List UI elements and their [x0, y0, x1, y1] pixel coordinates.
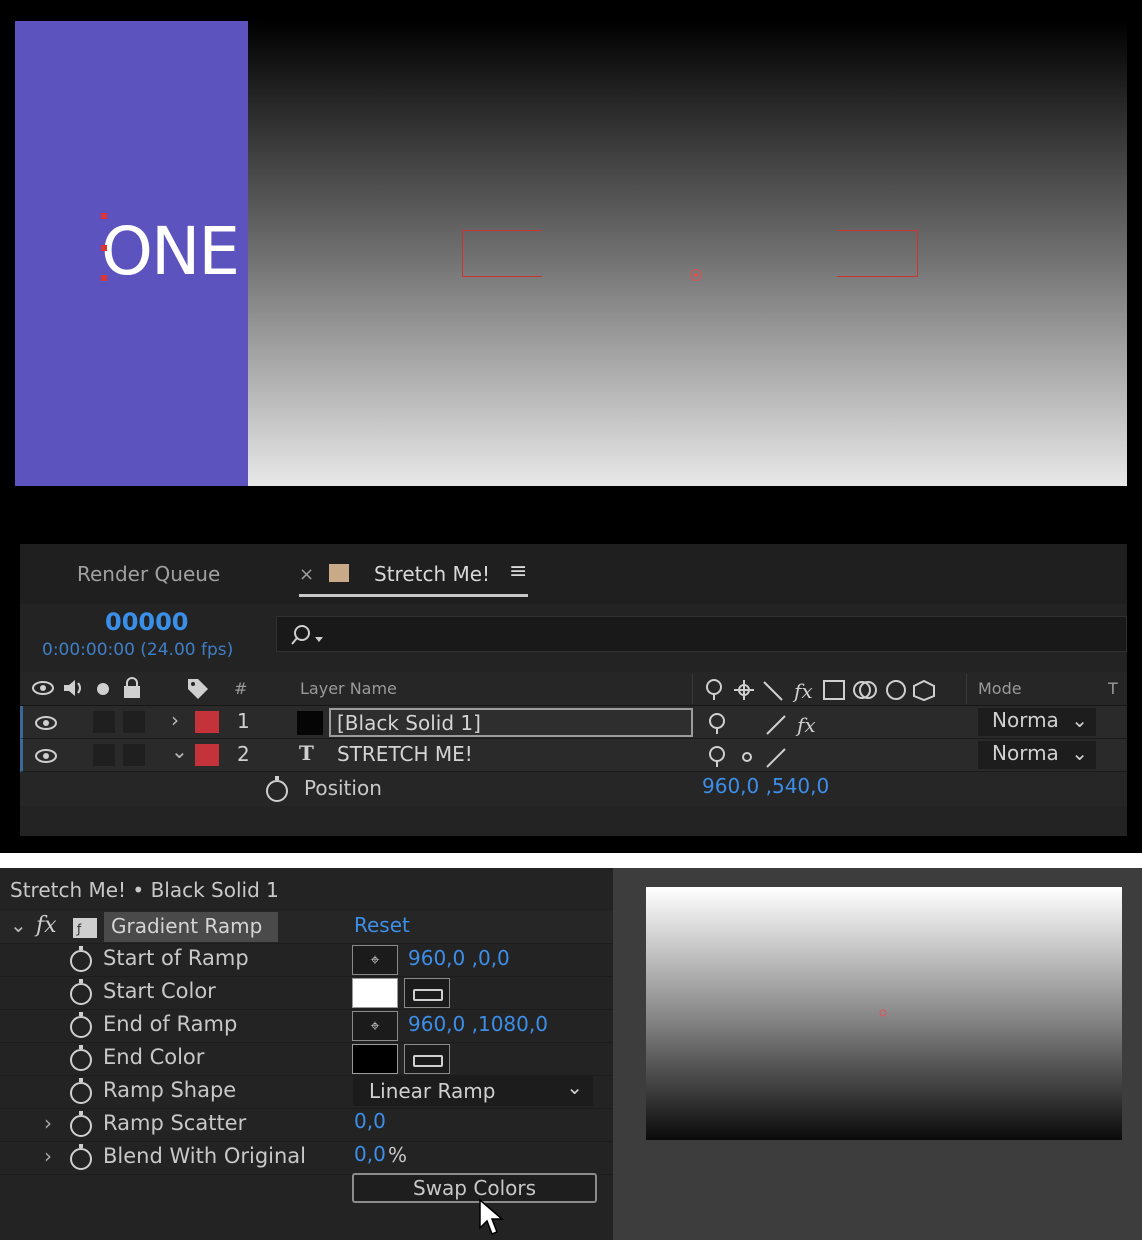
percent-unit: % [388, 1143, 408, 1167]
brand-text: ONE [101, 213, 240, 290]
eye-icon[interactable] [35, 748, 57, 764]
timecode-detail: 0:00:00:00 (24.00 fps) [42, 640, 234, 660]
stopwatch-icon[interactable] [70, 1045, 92, 1071]
effect-header[interactable]: ⌄ fx ƒ Gradient Ramp Reset [0, 911, 613, 943]
purple-panel: ONE [15, 21, 248, 486]
selection-handle[interactable] [101, 275, 107, 281]
column-hash[interactable]: # [234, 679, 247, 698]
prop-end-color[interactable]: End Color [0, 1042, 613, 1075]
chevron-down-icon: ⌄ [566, 1075, 583, 1099]
expand-chevron-icon[interactable]: › [44, 1144, 52, 1168]
tab-render-queue[interactable]: Render Queue [77, 562, 220, 586]
layer-number: 1 [237, 709, 250, 733]
blend-mode-dropdown[interactable]: Norma ⌄ [978, 741, 1096, 769]
column-trkmat[interactable]: T [1108, 679, 1118, 698]
start-color-swatch[interactable] [352, 978, 398, 1008]
stopwatch-icon[interactable] [70, 979, 92, 1005]
reset-link[interactable]: Reset [354, 913, 410, 937]
effect-panel-title: Stretch Me! • Black Solid 1 [10, 878, 279, 902]
panel-menu-icon[interactable]: ≡ [509, 559, 527, 584]
solid-thumbnail [297, 711, 323, 735]
position-value[interactable]: 960,0 ,540,0 [702, 774, 829, 798]
point-picker-icon[interactable]: ⌖ [352, 1011, 398, 1041]
column-mode[interactable]: Mode [978, 679, 1022, 698]
expand-chevron-icon[interactable]: › [44, 1111, 52, 1135]
anchor-point-icon [879, 1009, 887, 1017]
stopwatch-icon[interactable] [70, 1012, 92, 1038]
layer-1-switches[interactable]: fx [705, 712, 845, 736]
eyedropper-icon[interactable] [404, 1044, 450, 1074]
selection-handle[interactable] [101, 245, 107, 251]
label-tag-icon[interactable] [186, 677, 210, 699]
property-name: Position [304, 776, 382, 800]
layer-row-1[interactable]: › 1 [Black Solid 1] fx Norma ⌄ [20, 706, 1127, 739]
prop-start-color[interactable]: Start Color [0, 976, 613, 1009]
svg-text:fx: fx [792, 679, 813, 702]
layer-row-2[interactable]: ⌄ 2 T STRETCH ME! Norma ⌄ [20, 739, 1127, 772]
anchor-point-icon[interactable] [690, 269, 702, 281]
collapse-chevron-icon[interactable]: ⌄ [171, 739, 188, 763]
collapse-chevron-icon[interactable]: ⌄ [10, 913, 27, 937]
end-color-swatch[interactable] [352, 1044, 398, 1074]
selection-handle[interactable] [101, 213, 107, 219]
layer-name-field[interactable]: [Black Solid 1] [329, 708, 693, 737]
solo-icon[interactable] [96, 682, 110, 696]
timeline-panel: Render Queue × Stretch Me! ≡ 00000 0:00:… [20, 544, 1127, 836]
gradient-canvas [248, 21, 1127, 486]
text-layer-icon: T [299, 741, 314, 765]
prop-ramp-scatter[interactable]: › Ramp Scatter 0,0 [0, 1108, 613, 1141]
gradient-preview[interactable] [646, 887, 1122, 1140]
layer-switches-icons: fx [706, 679, 935, 702]
blend-mode-dropdown[interactable]: Norma ⌄ [978, 708, 1096, 736]
stopwatch-icon[interactable] [70, 1111, 92, 1137]
prop-end-of-ramp[interactable]: End of Ramp ⌖ 960,0 ,1080,0 [0, 1009, 613, 1042]
chevron-down-icon: ⌄ [1071, 708, 1088, 732]
ramp-shape-dropdown[interactable]: Linear Ramp ⌄ [353, 1075, 593, 1106]
layer-search-input[interactable] [276, 616, 1127, 652]
eye-icon[interactable] [35, 715, 57, 731]
tab-stretch-me[interactable]: Stretch Me! [374, 562, 490, 586]
layer-2-switches[interactable] [705, 745, 805, 769]
close-icon[interactable]: × [299, 564, 314, 585]
effect-name[interactable]: Gradient Ramp [111, 914, 262, 938]
lock-icon[interactable] [122, 677, 142, 699]
text-bounds-right [837, 230, 918, 277]
fx-icon[interactable]: fx [36, 913, 57, 938]
composition-viewer[interactable]: ONE [15, 21, 1127, 486]
stopwatch-icon[interactable] [70, 1144, 92, 1170]
text-bounds-left [462, 230, 542, 277]
blend-value[interactable]: 0,0 [354, 1142, 386, 1166]
label-color-swatch[interactable] [195, 744, 219, 766]
layer-column-header: # Layer Name fx Mode T [20, 672, 1127, 706]
start-of-ramp-value[interactable]: 960,0 ,0,0 [408, 946, 510, 970]
position-property-row[interactable]: Position 960,0 ,540,0 [20, 772, 1127, 806]
mouse-cursor-icon [479, 1198, 504, 1235]
stopwatch-icon[interactable] [70, 946, 92, 972]
label-color-swatch[interactable] [195, 711, 219, 733]
swap-colors-button[interactable]: Swap Colors [352, 1173, 597, 1203]
prop-blend-with-original[interactable]: › Blend With Original 0,0 % [0, 1141, 613, 1174]
current-time[interactable]: 00000 [105, 608, 189, 636]
svg-text:fx: fx [795, 713, 816, 736]
eye-icon[interactable] [32, 680, 54, 696]
active-tab-indicator [299, 594, 528, 597]
stopwatch-icon[interactable] [70, 1078, 92, 1104]
end-of-ramp-value[interactable]: 960,0 ,1080,0 [408, 1012, 548, 1036]
prop-start-of-ramp[interactable]: Start of Ramp ⌖ 960,0 ,0,0 [0, 943, 613, 976]
layer-name[interactable]: STRETCH ME! [337, 742, 473, 766]
expand-chevron-icon[interactable]: › [171, 708, 179, 732]
layer-number: 2 [237, 742, 250, 766]
svg-text:ƒ: ƒ [76, 922, 82, 936]
tab-bar: Render Queue × Stretch Me! ≡ [20, 544, 1127, 604]
stopwatch-icon[interactable] [266, 776, 288, 802]
column-layer-name[interactable]: Layer Name [300, 679, 397, 698]
point-picker-icon[interactable]: ⌖ [352, 945, 398, 975]
speaker-icon[interactable] [62, 678, 86, 698]
effect-preset-icon: ƒ [73, 918, 97, 938]
ramp-scatter-value[interactable]: 0,0 [354, 1109, 386, 1133]
eyedropper-icon[interactable] [404, 978, 450, 1008]
comp-color-swatch [329, 564, 349, 582]
search-icon [291, 625, 323, 645]
chevron-down-icon: ⌄ [1071, 741, 1088, 765]
